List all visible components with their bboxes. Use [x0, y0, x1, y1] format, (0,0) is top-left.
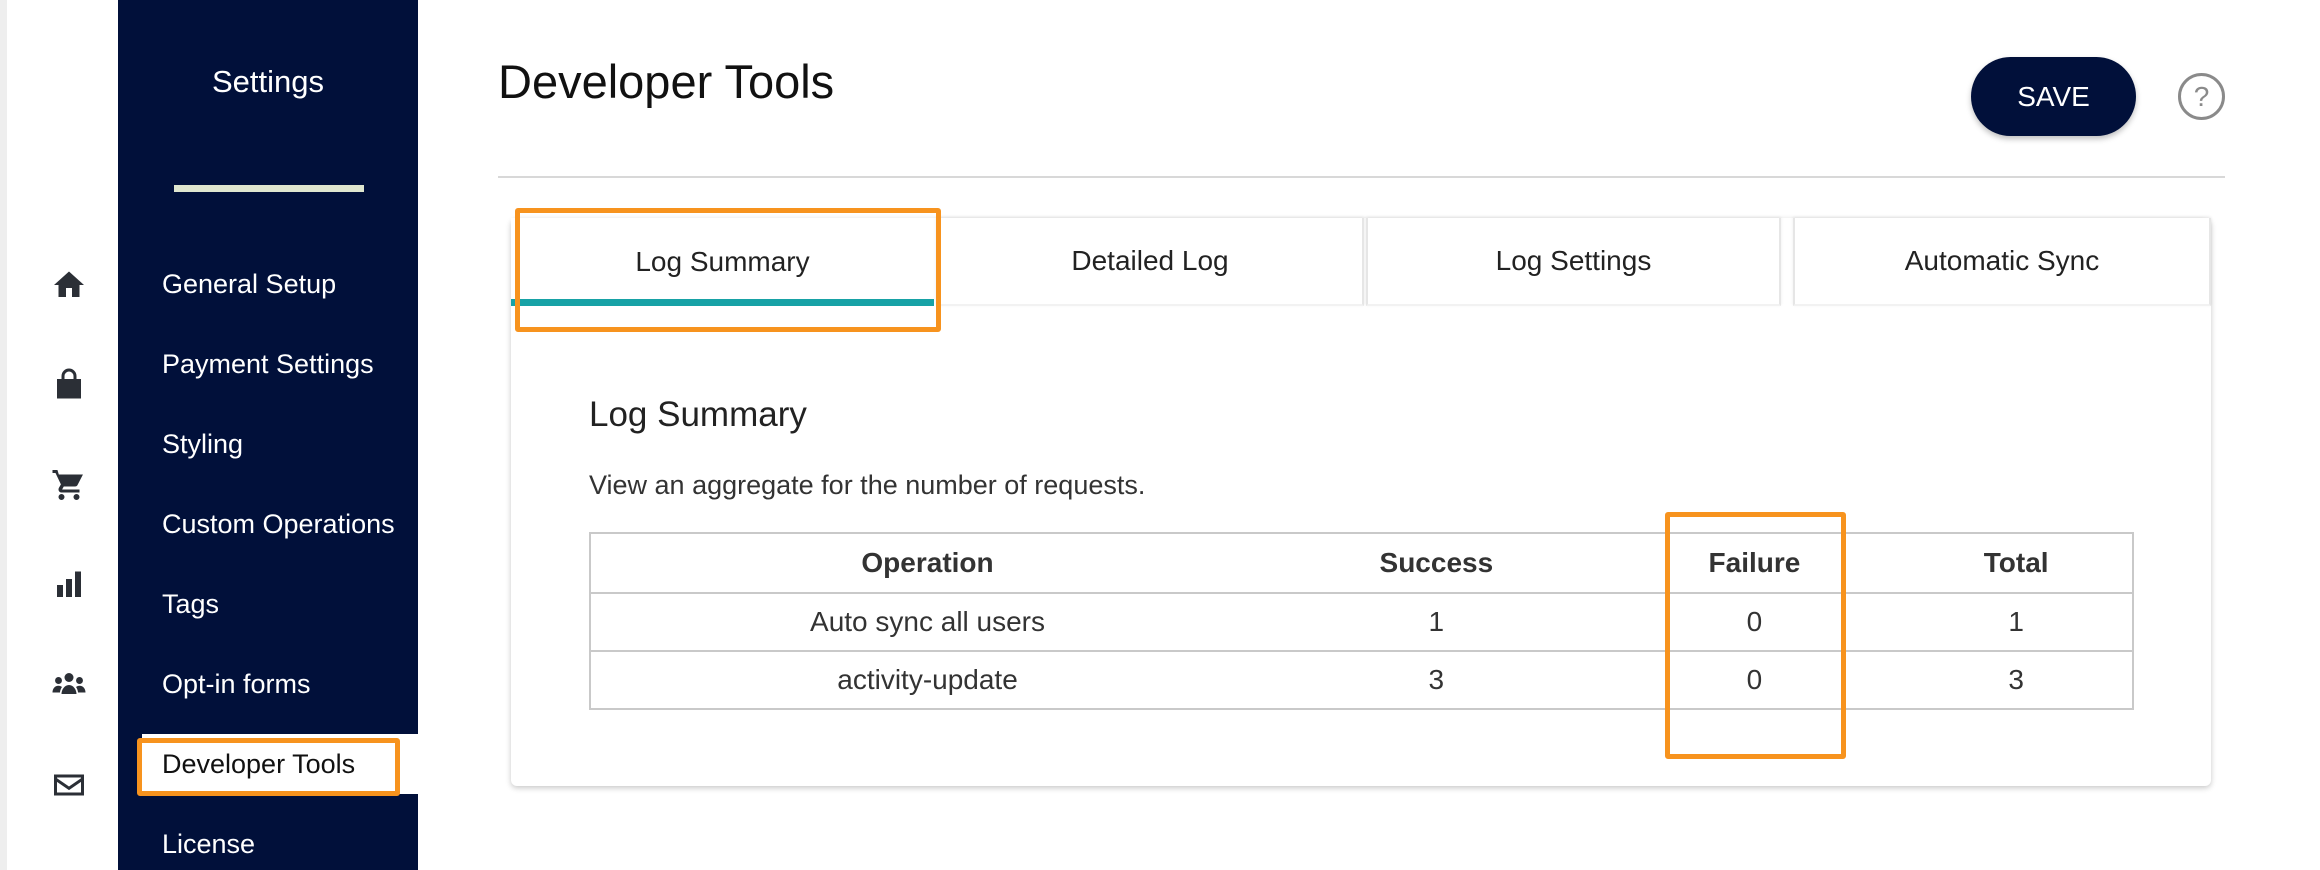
- sidebar-item-opt-in-forms[interactable]: Opt-in forms: [118, 655, 418, 713]
- cell-operation: activity-update: [588, 650, 1265, 710]
- home-icon[interactable]: [47, 263, 91, 307]
- cell-success: 3: [1264, 650, 1609, 710]
- sidebar-item-license[interactable]: License: [118, 815, 418, 870]
- cell-success: 1: [1264, 592, 1609, 652]
- header-divider: [498, 176, 2225, 178]
- left-gutter: [0, 0, 7, 870]
- sidebar-divider: [174, 185, 364, 192]
- page: Settings General Setup Payment Settings …: [0, 0, 2320, 870]
- store-icon[interactable]: [47, 363, 91, 407]
- page-title: Developer Tools: [498, 55, 835, 108]
- column-header-success: Success: [1264, 532, 1609, 594]
- column-header-operation: Operation: [588, 532, 1265, 594]
- icon-rail: [7, 0, 118, 870]
- tab-label: Log Summary: [635, 246, 810, 277]
- tab-log-summary[interactable]: Log Summary: [511, 218, 934, 306]
- cell-total: 1: [1900, 592, 2134, 652]
- help-icon[interactable]: ?: [2178, 73, 2225, 120]
- tab-automatic-sync[interactable]: Automatic Sync: [1793, 218, 2211, 306]
- tab-label: Automatic Sync: [1904, 245, 2100, 276]
- cell-operation: Auto sync all users: [588, 592, 1265, 652]
- cell-failure: 0: [1608, 650, 1901, 710]
- section-description: View an aggregate for the number of requ…: [589, 470, 1146, 500]
- section-title: Log Summary: [589, 395, 807, 434]
- tab-detailed-log[interactable]: Detailed Log: [936, 218, 1364, 306]
- active-tab-indicator: [511, 299, 934, 306]
- log-card: Log Summary Detailed Log Log Settings Au…: [511, 218, 2211, 786]
- tab-log-settings[interactable]: Log Settings: [1366, 218, 1781, 306]
- table-row: activity-update 3 0 3: [588, 650, 2134, 710]
- table-row: Auto sync all users 1 0 1: [588, 592, 2134, 652]
- sidebar-item-general-setup[interactable]: General Setup: [118, 255, 418, 313]
- cell-total: 3: [1900, 650, 2134, 710]
- mail-icon[interactable]: [47, 763, 91, 807]
- settings-sidebar: Settings General Setup Payment Settings …: [118, 0, 442, 870]
- cell-failure: 0: [1608, 592, 1901, 652]
- tab-label: Log Settings: [1495, 245, 1652, 276]
- main-content: Developer Tools SAVE ? Log Summary Detai…: [418, 0, 2320, 870]
- sidebar-item-styling[interactable]: Styling: [118, 415, 418, 473]
- sidebar-item-tags[interactable]: Tags: [118, 575, 418, 633]
- sidebar-item-developer-tools[interactable]: Developer Tools: [142, 734, 442, 794]
- bar-chart-icon[interactable]: [47, 563, 91, 607]
- sidebar-item-payment-settings[interactable]: Payment Settings: [118, 335, 418, 393]
- sidebar-item-custom-operations[interactable]: Custom Operations: [118, 495, 418, 553]
- cart-icon[interactable]: [47, 463, 91, 507]
- save-button[interactable]: SAVE: [1971, 57, 2136, 136]
- sidebar-title: Settings: [211, 64, 324, 99]
- tab-label: Detailed Log: [1071, 245, 1229, 276]
- people-icon[interactable]: [47, 663, 91, 707]
- table-header-row: Operation Success Failure Total: [588, 532, 2134, 594]
- column-header-total: Total: [1900, 532, 2134, 594]
- column-header-failure: Failure: [1608, 532, 1901, 594]
- log-summary-table: Operation Success Failure Total Auto syn…: [588, 532, 2134, 710]
